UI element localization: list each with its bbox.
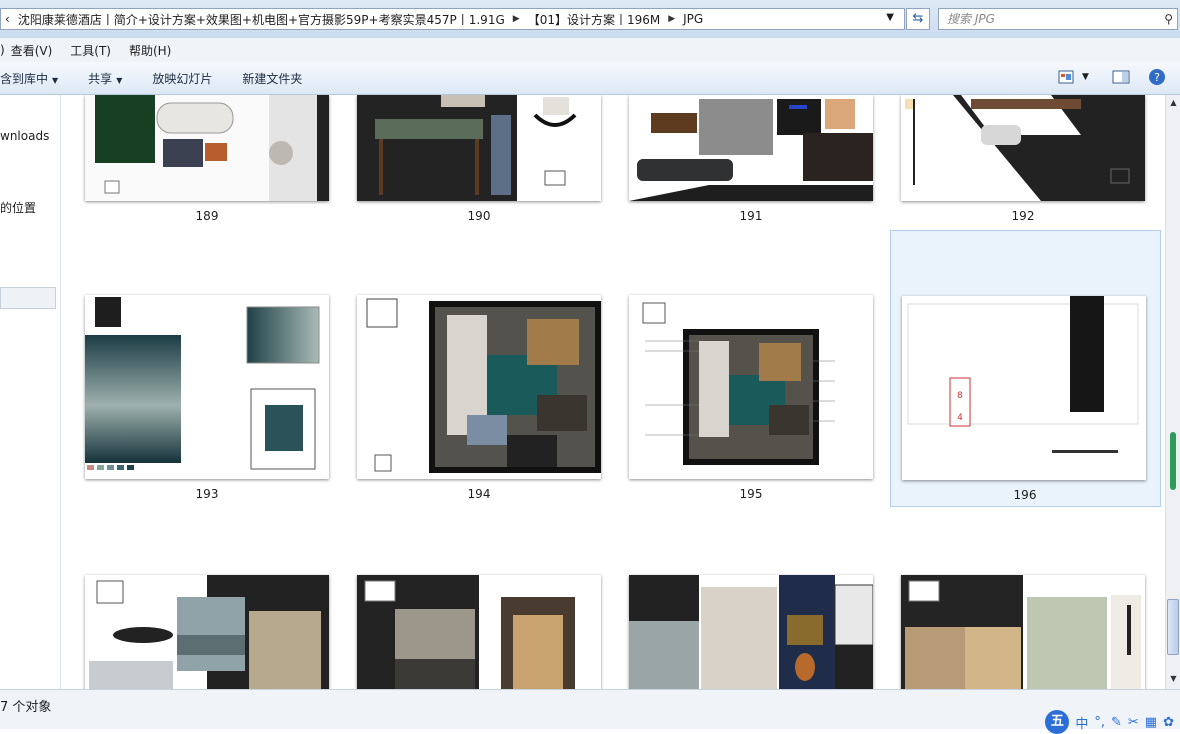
svg-text:8: 8 — [957, 391, 963, 401]
file-tile-193[interactable]: 193 — [85, 295, 331, 507]
search-input[interactable]: 搜索 JPG ⚲ — [938, 8, 1178, 30]
file-tile-192[interactable]: 192 — [901, 95, 1147, 229]
file-tile-194[interactable]: 194 — [357, 295, 603, 507]
new-folder-button[interactable]: 新建文件夹 — [242, 70, 302, 87]
thumbnail-image — [357, 295, 601, 479]
command-bar: 含到库中 ▼ 共享 ▼ 放映幻灯片 新建文件夹 ▼ ? — [0, 62, 1180, 95]
file-tile-189[interactable]: 189 — [85, 95, 331, 229]
back-chevron-icon[interactable]: ‹ — [1, 12, 14, 26]
file-name: 191 — [739, 209, 763, 223]
thumbnail-image — [901, 95, 1145, 201]
svg-text:?: ? — [1154, 71, 1160, 84]
thumbnail-image — [629, 575, 873, 689]
search-icon[interactable]: ⚲ — [1164, 9, 1173, 29]
file-tile-row3-3[interactable] — [629, 575, 875, 689]
file-tile-191[interactable]: 191 — [629, 95, 875, 229]
menu-tools[interactable]: 工具(T) — [70, 42, 111, 59]
slideshow-button[interactable]: 放映幻灯片 — [152, 70, 212, 87]
thumbnail-image: 8 4 — [902, 296, 1146, 480]
refresh-icon[interactable]: ⇆ — [906, 8, 930, 30]
include-in-library-label: 含到库中 — [0, 71, 49, 86]
ime-handwrite-icon[interactable]: ✎ — [1111, 715, 1122, 730]
menu-bar: ) 查看(V) 工具(T) 帮助(H) — [0, 38, 1180, 62]
ime-keyboard-icon[interactable]: ▦ — [1145, 715, 1157, 730]
status-bar: 7 个对象 五 中 °, ✎ ✂ ▦ ✿ — [0, 689, 1180, 734]
ime-chinese-mode[interactable]: 中 — [1075, 713, 1088, 732]
ime-logo-icon[interactable]: 五 — [1045, 710, 1070, 734]
file-name: 190 — [467, 209, 491, 223]
breadcrumb-arrow-icon[interactable]: ▶ — [664, 14, 679, 24]
help-icon[interactable]: ? — [1148, 68, 1166, 89]
thumbnail-image — [357, 95, 601, 201]
menu-help[interactable]: 帮助(H) — [129, 42, 171, 59]
nav-item-selected[interactable] — [0, 287, 56, 309]
breadcrumb-subfolder[interactable]: 【01】设计方案丨196M — [524, 11, 665, 28]
ime-toolbar[interactable]: 五 中 °, ✎ ✂ ▦ ✿ — [1045, 710, 1180, 734]
preview-pane-icon[interactable] — [1112, 70, 1130, 87]
chevron-down-icon: ▼ — [52, 75, 59, 85]
file-name: 196 — [1013, 488, 1037, 502]
search-placeholder: 搜索 JPG — [947, 12, 995, 26]
breadcrumb-current[interactable]: JPG — [679, 12, 707, 26]
thumbnail-image — [357, 575, 601, 689]
thumbnail-image — [901, 575, 1145, 689]
thumbnail-image — [629, 295, 873, 479]
share-label: 共享 — [88, 71, 113, 86]
chevron-down-icon: ▼ — [116, 75, 123, 85]
menu-truncated[interactable]: ) — [0, 43, 5, 57]
scroll-position-indicator — [1170, 432, 1176, 490]
file-tile-195[interactable]: 195 — [629, 295, 875, 507]
ime-punctuation-icon[interactable]: °, — [1094, 715, 1105, 730]
file-list-view: 189 190 191 192 193 194 195 8 4 196 — [61, 95, 1165, 689]
address-dropdown-icon[interactable]: ▼ — [882, 12, 898, 23]
file-name: 193 — [195, 487, 219, 501]
vertical-scrollbar[interactable]: ▲ ▼ — [1165, 95, 1180, 689]
file-tile-row3-1[interactable] — [85, 575, 331, 689]
file-tile-190[interactable]: 190 — [357, 95, 603, 229]
ime-tools-icon[interactable]: ✂ — [1128, 715, 1139, 730]
navigation-pane: wnloads 的位置 — [0, 95, 61, 689]
file-tile-196-selected[interactable]: 8 4 196 — [890, 230, 1161, 507]
address-bar-area: ‹ 沈阳康莱德酒店丨简介+设计方案+效果图+机电图+官方摄影59P+考察实景45… — [0, 0, 1180, 38]
file-name: 189 — [195, 209, 219, 223]
thumbnail-image — [85, 575, 329, 689]
include-in-library-button[interactable]: 含到库中 ▼ — [0, 70, 58, 87]
svg-text:4: 4 — [957, 413, 963, 423]
change-view-icon[interactable] — [1058, 70, 1074, 87]
breadcrumb-arrow-icon[interactable]: ▶ — [509, 14, 524, 24]
file-tile-row3-2[interactable] — [357, 575, 603, 689]
scrollbar-thumb[interactable] — [1167, 599, 1179, 655]
menu-view[interactable]: 查看(V) — [11, 42, 53, 59]
file-name: 195 — [739, 487, 763, 501]
view-options-dropdown-icon[interactable]: ▼ — [1082, 72, 1089, 82]
nav-item-recent-places[interactable]: 的位置 — [0, 199, 36, 216]
scroll-up-arrow-icon[interactable]: ▲ — [1166, 95, 1180, 111]
thumbnail-image — [85, 295, 329, 479]
item-count: 7 个对象 — [0, 700, 52, 715]
thumbnail-image — [85, 95, 329, 201]
file-name: 194 — [467, 487, 491, 501]
file-name: 192 — [1011, 209, 1035, 223]
ime-skin-icon[interactable]: ✿ — [1163, 715, 1174, 730]
thumbnail-image — [629, 95, 873, 201]
file-tile-row3-4[interactable] — [901, 575, 1147, 689]
share-button[interactable]: 共享 ▼ — [88, 70, 122, 87]
nav-item-downloads[interactable]: wnloads — [0, 129, 49, 143]
address-bar[interactable]: ‹ 沈阳康莱德酒店丨简介+设计方案+效果图+机电图+官方摄影59P+考察实景45… — [0, 8, 905, 30]
scroll-down-arrow-icon[interactable]: ▼ — [1166, 671, 1180, 687]
breadcrumb-folder[interactable]: 沈阳康莱德酒店丨简介+设计方案+效果图+机电图+官方摄影59P+考察实景457P… — [14, 11, 509, 28]
